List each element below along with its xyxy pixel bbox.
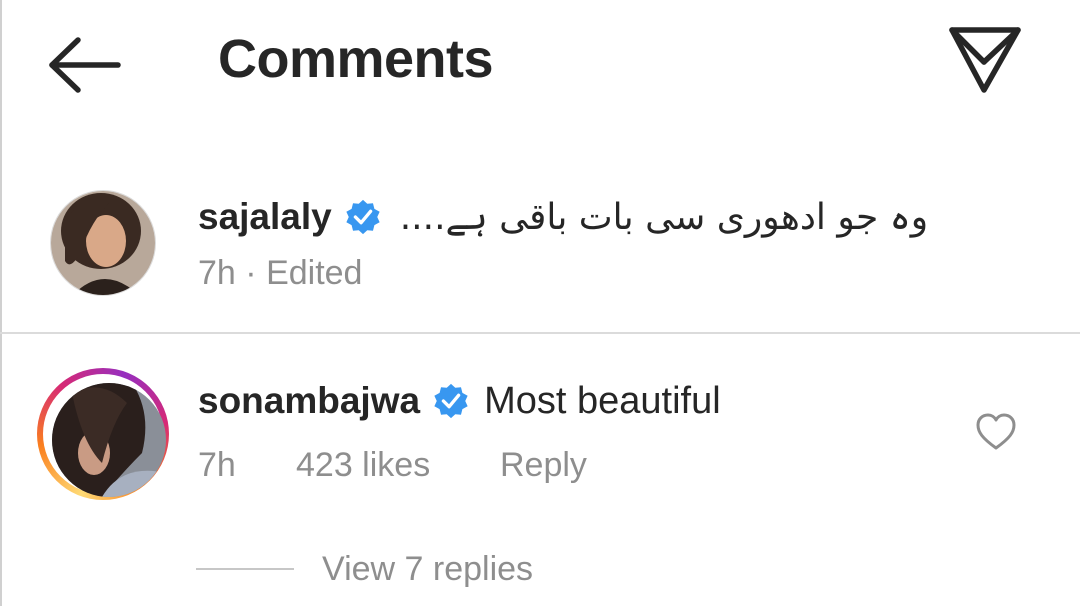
- caption-text: وہ جو ادھوری سی بات باقی ہے....: [399, 196, 929, 238]
- profile-photo: [52, 383, 166, 497]
- page-title: Comments: [218, 29, 494, 89]
- comment-likes[interactable]: 423 likes: [296, 446, 430, 485]
- reply-button[interactable]: Reply: [500, 446, 587, 485]
- caption-time: 7h: [198, 254, 236, 292]
- like-button[interactable]: [974, 410, 1018, 454]
- edited-label: Edited: [266, 254, 363, 292]
- comment-text: Most beautiful: [484, 379, 721, 422]
- back-button[interactable]: [40, 30, 130, 100]
- paper-plane-icon: [949, 27, 1021, 93]
- header-bar: Comments: [0, 0, 1080, 125]
- caption-row: sajalaly وہ جو ادھوری سی بات باقی ہے....…: [0, 170, 1080, 330]
- view-replies-link[interactable]: View 7 replies: [322, 550, 533, 589]
- caption-meta: 7h · Edited: [198, 254, 362, 293]
- profile-photo: [51, 191, 155, 295]
- replies-divider-line: [196, 568, 294, 570]
- arrow-left-icon: [49, 37, 121, 93]
- comment-time: 7h: [198, 446, 236, 484]
- avatar: [52, 383, 166, 497]
- verified-badge-icon: [434, 383, 468, 419]
- verified-badge-icon: [346, 199, 380, 235]
- meta-separator: ·: [245, 254, 257, 292]
- comments-screen: Comments sajalaly وہ جو ادھوری سی بات با…: [0, 0, 1080, 606]
- story-ring[interactable]: [37, 368, 169, 500]
- share-button[interactable]: [942, 22, 1028, 100]
- story-ring-gap: [43, 374, 166, 497]
- caption-divider: [0, 332, 1080, 334]
- comment-header: sonambajwa Most beautiful: [198, 376, 721, 426]
- caption-username[interactable]: sajalaly: [198, 196, 332, 238]
- comment-username[interactable]: sonambajwa: [198, 380, 420, 422]
- caption-header: sajalaly وہ جو ادھوری سی بات باقی ہے....: [198, 192, 928, 242]
- heart-icon: [976, 413, 1016, 450]
- avatar[interactable]: [50, 190, 156, 296]
